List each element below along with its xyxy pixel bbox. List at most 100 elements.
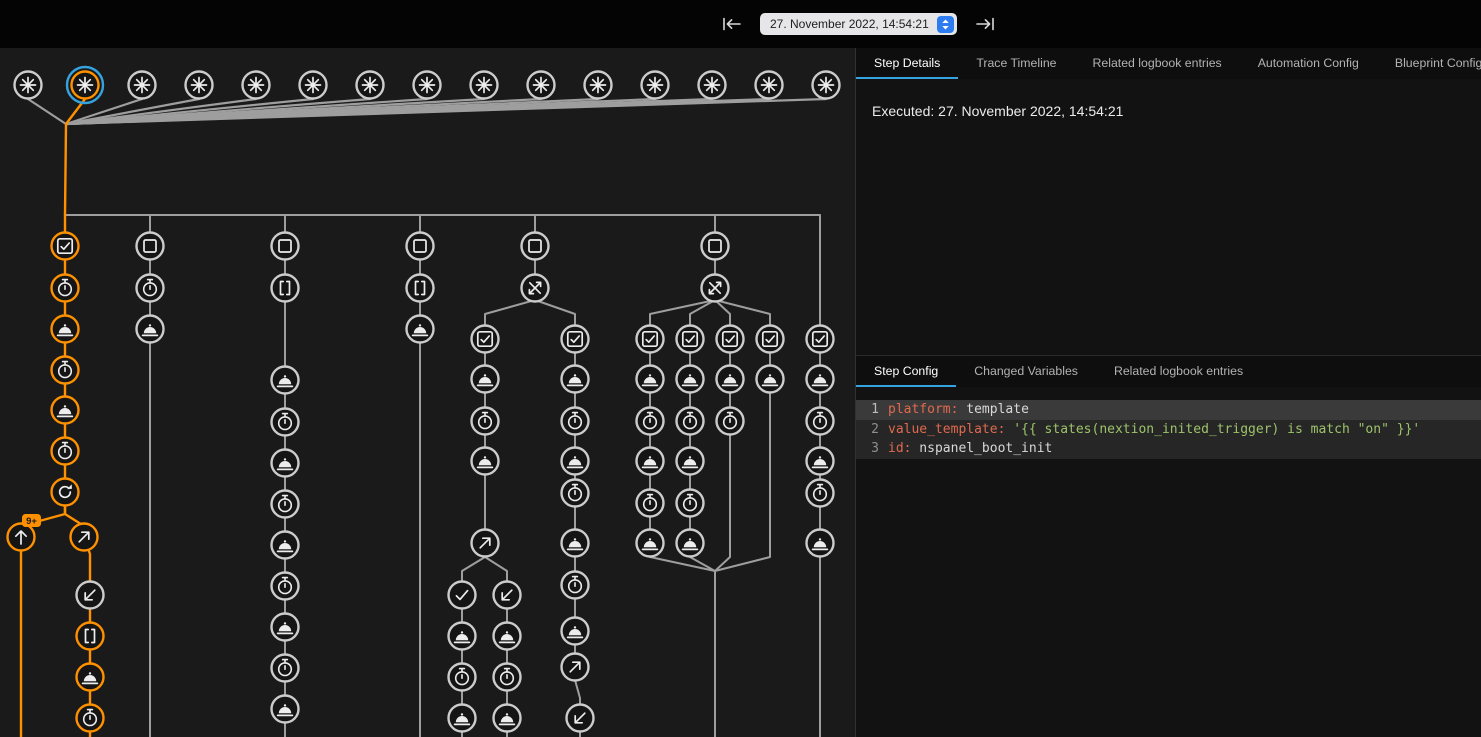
trace-node-asterisk[interactable] — [642, 72, 669, 99]
trace-node-brackets[interactable] — [272, 275, 299, 302]
trace-node-asterisk[interactable] — [756, 72, 783, 99]
trace-node-bell[interactable] — [562, 448, 589, 475]
trace-node-bell[interactable] — [717, 366, 744, 393]
trace-node-check-square[interactable] — [757, 326, 784, 353]
trace-node-asterisk[interactable] — [357, 72, 384, 99]
trace-node-asterisk[interactable] — [67, 67, 103, 103]
trace-node-bell[interactable] — [272, 696, 299, 723]
trace-node-asterisk[interactable] — [528, 72, 555, 99]
trace-node-bell[interactable] — [807, 530, 834, 557]
step-config-code-editor[interactable]: 1platform: template2value_template: '{{ … — [856, 400, 1481, 459]
trace-node-check-square[interactable] — [807, 326, 834, 353]
trace-node-asterisk[interactable] — [585, 72, 612, 99]
trace-node-bell[interactable] — [52, 397, 79, 424]
trace-node-arrow-up[interactable]: 9+ — [8, 514, 42, 551]
trace-node-timer[interactable] — [52, 357, 79, 384]
trace-node-bell[interactable] — [637, 530, 664, 557]
trace-node-timer[interactable] — [272, 573, 299, 600]
trace-node-square[interactable] — [702, 233, 729, 260]
trace-node-repeat[interactable] — [52, 479, 79, 506]
trace-node-bell[interactable] — [449, 705, 476, 732]
trace-node-bell[interactable] — [562, 530, 589, 557]
trace-node-bell[interactable] — [52, 316, 79, 343]
trace-node-asterisk[interactable] — [243, 72, 270, 99]
trace-node-timer[interactable] — [494, 664, 521, 691]
trace-node-bell[interactable] — [637, 448, 664, 475]
trace-node-bell[interactable] — [137, 316, 164, 343]
tab-trace-timeline[interactable]: Trace Timeline — [958, 48, 1074, 79]
trace-node-timer[interactable] — [562, 480, 589, 507]
trace-node-asterisk[interactable] — [699, 72, 726, 99]
trace-node-bell[interactable] — [272, 532, 299, 559]
trace-node-asterisk[interactable] — [186, 72, 213, 99]
trace-node-bell[interactable] — [407, 316, 434, 343]
tab-blueprint-config[interactable]: Blueprint Config — [1377, 48, 1481, 79]
trace-node-square[interactable] — [272, 233, 299, 260]
trace-node-arrow-ne[interactable] — [562, 654, 589, 681]
trace-node-timer[interactable] — [472, 408, 499, 435]
trace-node-square[interactable] — [137, 233, 164, 260]
trace-node-asterisk[interactable] — [300, 72, 327, 99]
trace-node-timer[interactable] — [272, 491, 299, 518]
trace-node-arrow-sw[interactable] — [494, 582, 521, 609]
trace-node-timer[interactable] — [677, 408, 704, 435]
trace-node-parallel[interactable] — [522, 275, 549, 302]
next-trace-button[interactable] — [971, 13, 999, 35]
trace-node-bell[interactable] — [677, 530, 704, 557]
tab-automation-config[interactable]: Automation Config — [1240, 48, 1377, 79]
trace-node-bell[interactable] — [677, 448, 704, 475]
trace-node-timer[interactable] — [562, 408, 589, 435]
trace-node-asterisk[interactable] — [15, 72, 42, 99]
trace-node-bell[interactable] — [272, 450, 299, 477]
previous-trace-button[interactable] — [718, 13, 746, 35]
tab-related-logbook-entries[interactable]: Related logbook entries — [1075, 48, 1240, 79]
trace-node-bell[interactable] — [807, 448, 834, 475]
trace-node-asterisk[interactable] — [813, 72, 840, 99]
trace-node-timer[interactable] — [637, 490, 664, 517]
trace-node-arrow-ne[interactable] — [71, 524, 98, 551]
trace-node-bell[interactable] — [637, 366, 664, 393]
trace-node-timer[interactable] — [272, 409, 299, 436]
trace-node-check-square[interactable] — [562, 326, 589, 353]
trace-node-bell[interactable] — [77, 664, 104, 691]
trace-node-check-square[interactable] — [52, 233, 79, 260]
trace-node-timer[interactable] — [677, 490, 704, 517]
trace-node-arrow-sw[interactable] — [567, 705, 594, 732]
trace-node-timer[interactable] — [137, 275, 164, 302]
trace-node-timer[interactable] — [717, 408, 744, 435]
trace-node-check-square[interactable] — [472, 326, 499, 353]
trace-node-bell[interactable] — [807, 366, 834, 393]
trace-node-bell[interactable] — [472, 366, 499, 393]
trace-node-asterisk[interactable] — [129, 72, 156, 99]
tab-config-related-logbook-entries[interactable]: Related logbook entries — [1096, 356, 1261, 387]
trace-node-bell[interactable] — [757, 366, 784, 393]
trace-node-bell[interactable] — [272, 614, 299, 641]
trace-node-bell[interactable] — [272, 367, 299, 394]
trace-node-brackets[interactable] — [407, 275, 434, 302]
trace-node-check-square[interactable] — [677, 326, 704, 353]
trace-node-timer[interactable] — [77, 705, 104, 732]
trace-node-arrow-sw[interactable] — [77, 582, 104, 609]
trace-node-parallel[interactable] — [702, 275, 729, 302]
trace-node-timer[interactable] — [52, 438, 79, 465]
trace-node-asterisk[interactable] — [471, 72, 498, 99]
trace-node-timer[interactable] — [449, 664, 476, 691]
trace-node-arrow-ne[interactable] — [472, 530, 499, 557]
trace-node-bell[interactable] — [677, 366, 704, 393]
tab-step-details[interactable]: Step Details — [856, 48, 958, 79]
trace-node-check-square[interactable] — [637, 326, 664, 353]
trace-node-bell[interactable] — [472, 448, 499, 475]
trace-node-square[interactable] — [522, 233, 549, 260]
trace-node-square[interactable] — [407, 233, 434, 260]
trace-node-timer[interactable] — [807, 408, 834, 435]
trace-node-bell[interactable] — [449, 623, 476, 650]
trace-node-check[interactable] — [449, 582, 476, 609]
trace-node-timer[interactable] — [807, 480, 834, 507]
trace-node-asterisk[interactable] — [414, 72, 441, 99]
tab-step-config[interactable]: Step Config — [856, 356, 956, 387]
tab-changed-variables[interactable]: Changed Variables — [956, 356, 1096, 387]
trace-node-timer[interactable] — [52, 275, 79, 302]
trace-node-bell[interactable] — [494, 623, 521, 650]
trace-node-timer[interactable] — [272, 655, 299, 682]
trace-select[interactable]: 27. November 2022, 14:54:21 — [760, 13, 957, 35]
